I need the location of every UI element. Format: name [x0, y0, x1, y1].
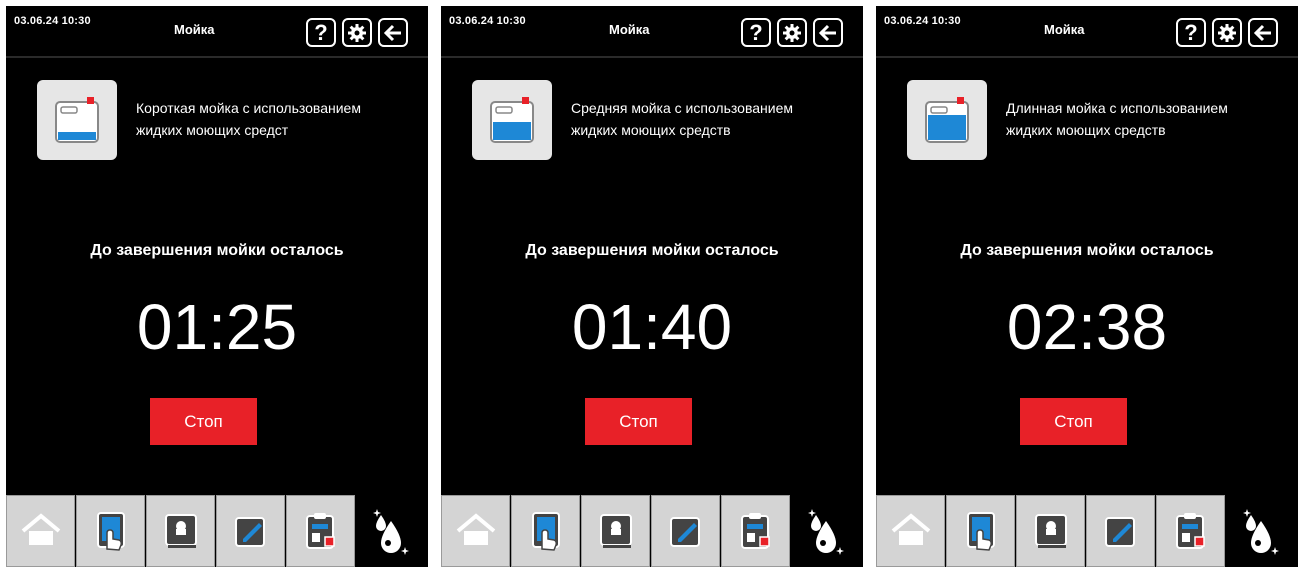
settings-button[interactable]	[777, 18, 807, 47]
back-arrow-icon	[818, 24, 836, 41]
back-button[interactable]	[813, 18, 843, 47]
back-button[interactable]	[1248, 18, 1278, 47]
datetime: 03.06.24 10:30	[14, 15, 91, 27]
bottom-nav	[876, 495, 1298, 567]
home-icon	[456, 513, 495, 545]
settings-button[interactable]	[342, 18, 372, 47]
help-icon: ?	[749, 19, 763, 45]
page-title: Мойка	[609, 22, 650, 37]
nav-wash-active[interactable]	[1231, 503, 1291, 563]
countdown-timer: 01:40	[571, 291, 733, 363]
home-icon	[21, 513, 60, 545]
wash-screen-long: 03.06.24 10:30 Мойка ? Длинная мойка с и…	[876, 6, 1298, 567]
nav-wash-active[interactable]	[796, 503, 856, 563]
gear-icon	[348, 23, 366, 42]
edit-icon	[669, 517, 700, 547]
help-button[interactable]: ?	[306, 18, 336, 47]
datetime: 03.06.24 10:30	[449, 15, 526, 27]
nav-reports[interactable]	[721, 495, 790, 567]
bottom-nav	[6, 495, 428, 567]
description-line: Средняя мойка с использованием	[571, 100, 793, 116]
program-icon	[472, 80, 552, 160]
datetime: 03.06.24 10:30	[884, 15, 961, 27]
nav-edit[interactable]	[1086, 495, 1155, 567]
countdown-timer: 02:38	[1006, 291, 1168, 363]
wash-screen-short: 03.06.24 10:30 Мойка ? Короткая мойка с …	[6, 6, 428, 567]
nav-recipes[interactable]	[581, 495, 650, 567]
detergent-canister-icon	[490, 97, 534, 143]
back-arrow-icon	[383, 24, 401, 41]
nav-manual[interactable]	[946, 495, 1015, 567]
program-icon	[907, 80, 987, 160]
detergent-canister-icon	[925, 97, 969, 143]
help-icon: ?	[1184, 19, 1198, 45]
wash-screen-medium: 03.06.24 10:30 Мойка ? Средняя мойка с и…	[441, 6, 863, 567]
gear-icon	[1218, 23, 1236, 42]
help-button[interactable]: ?	[1176, 18, 1206, 47]
description-line: жидких моющих средст	[136, 122, 289, 138]
nav-edit[interactable]	[651, 495, 720, 567]
nav-manual[interactable]	[511, 495, 580, 567]
wash-drops-icon	[373, 509, 409, 555]
nav-edit[interactable]	[216, 495, 285, 567]
header-bar: 03.06.24 10:30 Мойка ?	[876, 6, 1298, 58]
stop-button[interactable]: Стоп	[585, 398, 692, 445]
program-description: Длинная мойка с использованием жидких мо…	[1006, 97, 1291, 141]
bottom-nav	[441, 495, 863, 567]
recipe-book-icon	[1034, 514, 1067, 548]
home-icon	[891, 513, 930, 545]
nav-wash-active[interactable]	[361, 503, 421, 563]
description-line: жидких моющих средств	[571, 122, 731, 138]
page-title: Мойка	[174, 22, 215, 37]
remaining-label: До завершения мойки осталось	[960, 242, 1214, 259]
page-title: Мойка	[1044, 22, 1085, 37]
detergent-canister-icon	[55, 97, 99, 143]
remaining-label: До завершения мойки осталось	[525, 242, 779, 259]
program-description: Короткая мойка с использованием жидких м…	[136, 97, 421, 141]
back-button[interactable]	[378, 18, 408, 47]
stop-button[interactable]: Стоп	[1020, 398, 1127, 445]
recipe-book-icon	[164, 514, 197, 548]
remaining-label: До завершения мойки осталось	[90, 242, 344, 259]
nav-manual[interactable]	[76, 495, 145, 567]
edit-icon	[1104, 517, 1135, 547]
clipboard-icon	[740, 513, 770, 549]
clipboard-icon	[305, 513, 335, 549]
description-line: Короткая мойка с использованием	[136, 100, 361, 116]
description-line: Длинная мойка с использованием	[1006, 100, 1228, 116]
nav-reports[interactable]	[286, 495, 355, 567]
clipboard-icon	[1175, 513, 1205, 549]
program-description: Средняя мойка с использованием жидких мо…	[571, 97, 856, 141]
help-button[interactable]: ?	[741, 18, 771, 47]
back-arrow-icon	[1253, 24, 1271, 41]
countdown-timer: 01:25	[136, 291, 298, 363]
program-icon	[37, 80, 117, 160]
header-bar: 03.06.24 10:30 Мойка ?	[441, 6, 863, 58]
nav-home[interactable]	[6, 495, 75, 567]
recipe-book-icon	[599, 514, 632, 548]
nav-recipes[interactable]	[146, 495, 215, 567]
touch-tablet-icon	[531, 512, 560, 551]
nav-home[interactable]	[876, 495, 945, 567]
settings-button[interactable]	[1212, 18, 1242, 47]
description-line: жидких моющих средств	[1006, 122, 1166, 138]
nav-reports[interactable]	[1156, 495, 1225, 567]
wash-drops-icon	[1243, 509, 1279, 555]
touch-tablet-icon	[96, 512, 125, 551]
wash-drops-icon	[808, 509, 844, 555]
touch-tablet-icon	[966, 512, 995, 551]
stop-button[interactable]: Стоп	[150, 398, 257, 445]
nav-home[interactable]	[441, 495, 510, 567]
nav-recipes[interactable]	[1016, 495, 1085, 567]
gear-icon	[783, 23, 801, 42]
edit-icon	[234, 517, 265, 547]
header-bar: 03.06.24 10:30 Мойка ?	[6, 6, 428, 58]
help-icon: ?	[314, 19, 328, 45]
